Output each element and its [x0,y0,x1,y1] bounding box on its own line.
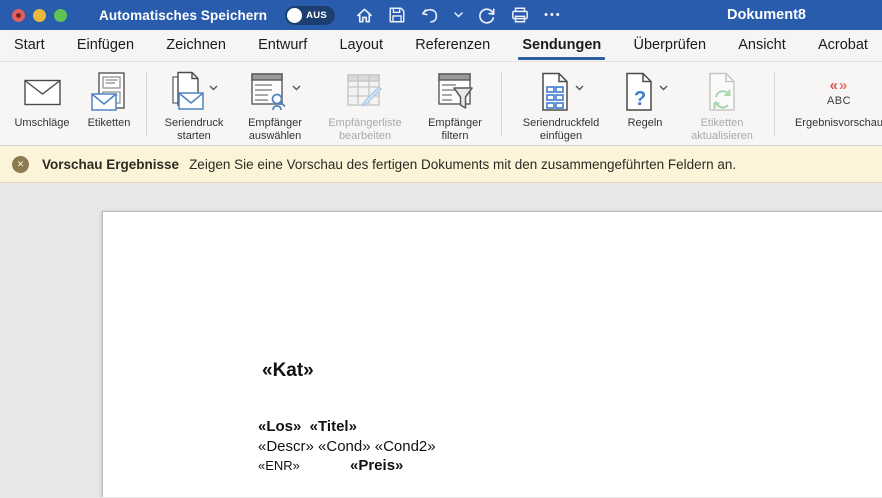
edit-recipient-list-icon [345,69,385,115]
envelope-icon [24,69,61,115]
autosave-label: Automatisches Speichern [99,8,267,23]
etiketten-button[interactable]: Etiketten [78,69,140,130]
tab-start[interactable]: Start [14,30,45,61]
merge-field-preis[interactable]: «Preis» [350,456,403,476]
tab-zeichnen[interactable]: Zeichnen [166,30,226,61]
rules-icon: ? [623,69,668,115]
seriendruck-starten-chevron-icon[interactable] [209,85,218,91]
insert-merge-field-icon [539,69,584,115]
regeln-label: Regeln [628,117,663,130]
seriendruckfeld-einfuegen-label: Seriendruckfeld einfügen [511,117,611,142]
ribbon-group-separator [774,71,775,137]
tab-ueberpruefen[interactable]: Überprüfen [633,30,706,61]
regeln-button[interactable]: ? Regeln [614,69,676,130]
ergebnisvorschau-label: Ergebnisvorschau [795,117,882,130]
seriendruckfeld-einfuegen-button[interactable]: Seriendruckfeld einfügen [508,69,614,142]
filter-recipients-icon [436,69,474,115]
etiketten-label: Etiketten [88,117,131,130]
notification-close-icon[interactable]: ✕ [12,156,29,173]
merge-field-block: «Los» «Titel» «Descr» «Cond» «Cond2» «EN… [258,417,436,476]
merge-field-kat[interactable]: «Kat» [262,360,314,382]
notification-message: Zeigen Sie eine Vorschau des fertigen Do… [189,157,736,172]
tab-ansicht[interactable]: Ansicht [738,30,786,61]
svg-text:?: ? [634,88,646,110]
zoom-window-button[interactable] [54,9,67,22]
ribbon-group-separator [146,71,147,137]
ribbon-group-separator [501,71,502,137]
window-controls [12,9,67,22]
umschlaege-button[interactable]: Umschläge [6,69,78,130]
etiketten-aktualisieren-button: Etiketten aktualisieren [676,69,768,142]
home-icon[interactable] [355,6,374,25]
empfaengerliste-bearbeiten-button: Empfängerliste bearbeiten [315,69,415,142]
merge-field-los-titel[interactable]: «Los» «Titel» [258,417,436,437]
autosave-toggle[interactable]: AUS [285,6,335,25]
etiketten-aktualisieren-label: Etiketten aktualisieren [679,117,765,142]
undo-dropdown-chevron-icon[interactable] [454,12,463,18]
seriendruck-starten-button[interactable]: Seriendruck starten [153,69,235,142]
toggle-knob [287,8,302,23]
empfaenger-auswaehlen-button[interactable]: Empfänger auswählen [235,69,315,142]
tab-entwurf[interactable]: Entwurf [258,30,307,61]
preview-results-notification: ✕ Vorschau Ergebnisse Zeigen Sie eine Vo… [0,146,882,183]
tab-einfuegen[interactable]: Einfügen [77,30,134,61]
empfaengerliste-bearbeiten-label: Empfängerliste bearbeiten [317,117,413,142]
empfaenger-auswaehlen-chevron-icon[interactable] [292,85,301,91]
save-icon[interactable] [388,6,406,24]
empfaenger-filtern-label: Empfänger filtern [420,117,490,142]
more-commands-icon[interactable]: ••• [544,9,562,21]
tab-layout[interactable]: Layout [339,30,383,61]
regeln-chevron-icon[interactable] [659,85,668,91]
seriendruckfeld-chevron-icon[interactable] [575,85,584,91]
start-mail-merge-icon [171,69,218,115]
document-title: Dokument8 [727,0,806,30]
abc-icon: ABC [827,96,851,107]
undo-icon[interactable] [420,6,440,25]
labels-icon [91,69,127,115]
close-window-button[interactable] [12,9,25,22]
title-bar: Automatisches Speichern AUS ••• Dokument… [0,0,882,30]
preview-results-icon: «» ABC [827,69,851,115]
umschlaege-label: Umschläge [14,117,69,130]
update-labels-icon [706,69,738,115]
empfaenger-auswaehlen-label: Empfänger auswählen [239,117,311,142]
merge-field-enr[interactable]: «ENR» [258,458,300,473]
seriendruck-starten-label: Seriendruck starten [157,117,231,142]
autosave-state: AUS [306,10,327,21]
document-workspace: «Kat» «Los» «Titel» «Descr» «Cond» «Cond… [0,183,882,497]
empfaenger-filtern-button[interactable]: Empfänger filtern [415,69,495,142]
merge-field-descr-cond[interactable]: «Descr» «Cond» «Cond2» [258,437,436,457]
print-icon[interactable] [510,6,530,24]
tab-sendungen[interactable]: Sendungen [522,30,601,61]
ribbon: Umschläge Etiketten Seriendruck starten … [0,62,882,146]
guillemet-left-icon: « [830,77,839,94]
select-recipients-icon [250,69,301,115]
tab-referenzen[interactable]: Referenzen [415,30,490,61]
ribbon-tab-bar: Start Einfügen Zeichnen Entwurf Layout R… [0,30,882,62]
notification-title: Vorschau Ergebnisse [42,157,179,172]
redo-icon[interactable] [477,6,496,25]
document-page[interactable]: «Kat» «Los» «Titel» «Descr» «Cond» «Cond… [102,211,882,497]
minimize-window-button[interactable] [33,9,46,22]
tab-acrobat[interactable]: Acrobat [818,30,868,61]
guillemet-right-icon: » [839,77,848,94]
ergebnisvorschau-button[interactable]: «» ABC Ergebnisvorschau [781,69,882,130]
